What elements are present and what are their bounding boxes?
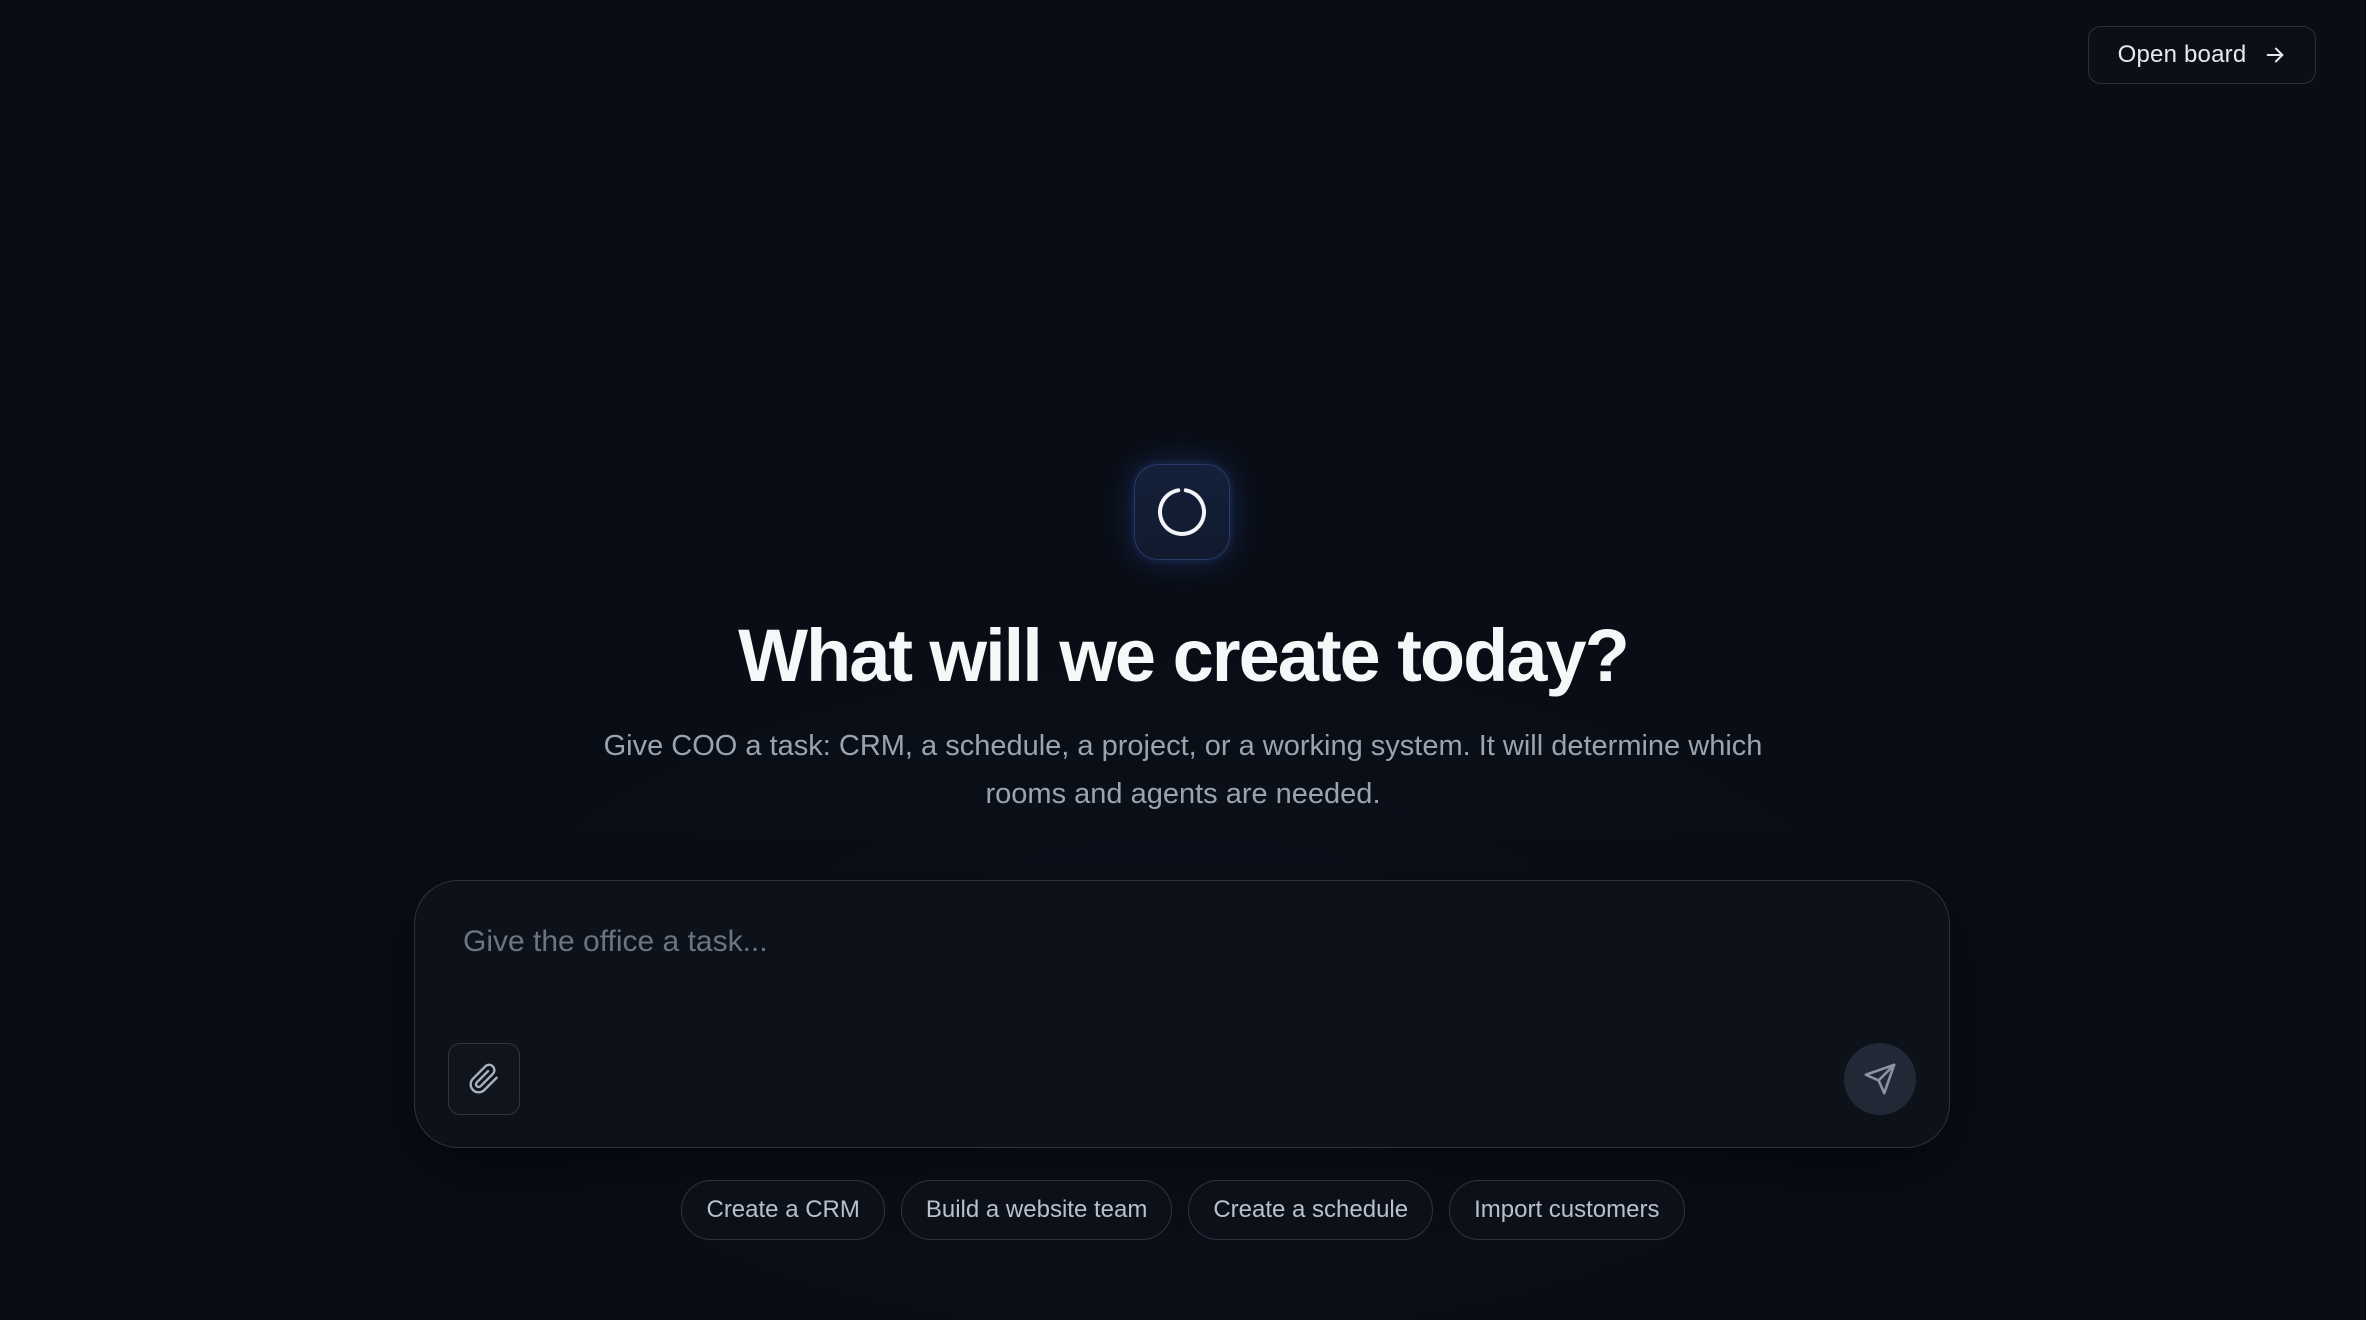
suggestion-create-schedule[interactable]: Create a schedule (1188, 1180, 1434, 1240)
open-board-label: Open board (2117, 41, 2247, 68)
suggestion-build-website-team[interactable]: Build a website team (900, 1180, 1173, 1240)
page: Open board What will we create today? Gi… (0, 0, 2366, 1320)
logo-tile (1134, 464, 1230, 560)
suggestion-import-customers[interactable]: Import customers (1449, 1180, 1685, 1240)
task-input[interactable] (463, 925, 1883, 985)
task-composer (414, 880, 1950, 1148)
open-board-button[interactable]: Open board (2088, 26, 2316, 84)
paperclip-icon (468, 1063, 500, 1095)
send-button[interactable] (1844, 1043, 1916, 1115)
send-icon (1863, 1062, 1897, 1096)
page-title: What will we create today? (738, 614, 1630, 697)
page-subtitle: Give COO a task: CRM, a schedule, a proj… (603, 730, 1763, 810)
spinner-ring-icon (1156, 486, 1208, 538)
suggestion-create-crm[interactable]: Create a CRM (681, 1180, 885, 1240)
arrow-right-icon (2264, 44, 2286, 66)
attach-button[interactable] (448, 1043, 520, 1115)
suggestion-chips: Create a CRM Build a website team Create… (0, 1180, 2366, 1240)
